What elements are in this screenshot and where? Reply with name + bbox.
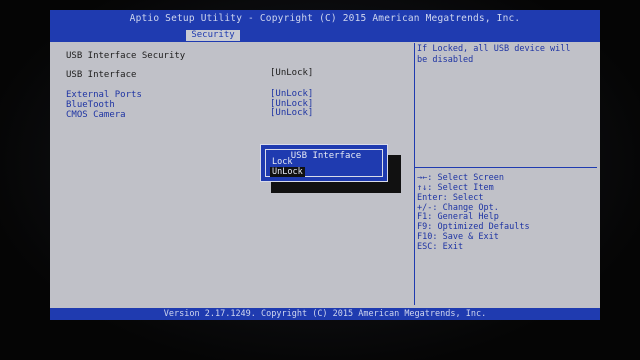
key-hint-select-item: ↑↓: Select Item xyxy=(417,183,494,193)
version-text: Version 2.17.1249. Copyright (C) 2015 Am… xyxy=(163,309,487,319)
popup-option-lock[interactable]: Lock xyxy=(272,157,292,167)
setting-value-external-ports[interactable]: [UnLock] xyxy=(270,89,313,99)
key-hint-select-screen: →←: Select Screen xyxy=(417,173,504,183)
popup-title: USB Interface xyxy=(287,151,365,161)
key-hint-general-help: F1: General Help xyxy=(417,212,499,222)
popup-inner-border: USB Interface Lock UnLock xyxy=(265,149,383,177)
help-text-line-1: If Locked, all USB device will xyxy=(417,44,571,54)
tab-security[interactable]: Security xyxy=(186,30,240,41)
popup-option-unlock[interactable]: UnLock xyxy=(270,167,305,177)
setting-label-external-ports[interactable]: External Ports xyxy=(66,90,142,100)
key-hint-save-exit: F10: Save & Exit xyxy=(417,232,499,242)
setting-label-usb-interface[interactable]: USB Interface xyxy=(66,70,136,80)
setting-value-usb-interface[interactable]: [UnLock] xyxy=(270,68,313,78)
key-hint-optimized-defaults: F9: Optimized Defaults xyxy=(417,222,530,232)
help-text-line-2: be disabled xyxy=(417,55,474,65)
setting-value-cmos-camera[interactable]: [UnLock] xyxy=(270,108,313,118)
key-hint-esc-exit: ESC: Exit xyxy=(417,242,464,252)
key-hint-enter: Enter: Select xyxy=(417,193,484,203)
section-title: USB Interface Security xyxy=(66,51,186,61)
setting-label-cmos-camera[interactable]: CMOS Camera xyxy=(66,110,126,120)
usb-interface-popup: USB Interface Lock UnLock xyxy=(260,144,388,182)
setting-label-bluetooth[interactable]: BlueTooth xyxy=(66,100,115,110)
bios-screen: Aptio Setup Utility - Copyright (C) 2015… xyxy=(0,0,640,360)
bios-title: Aptio Setup Utility - Copyright (C) 2015… xyxy=(129,13,521,24)
